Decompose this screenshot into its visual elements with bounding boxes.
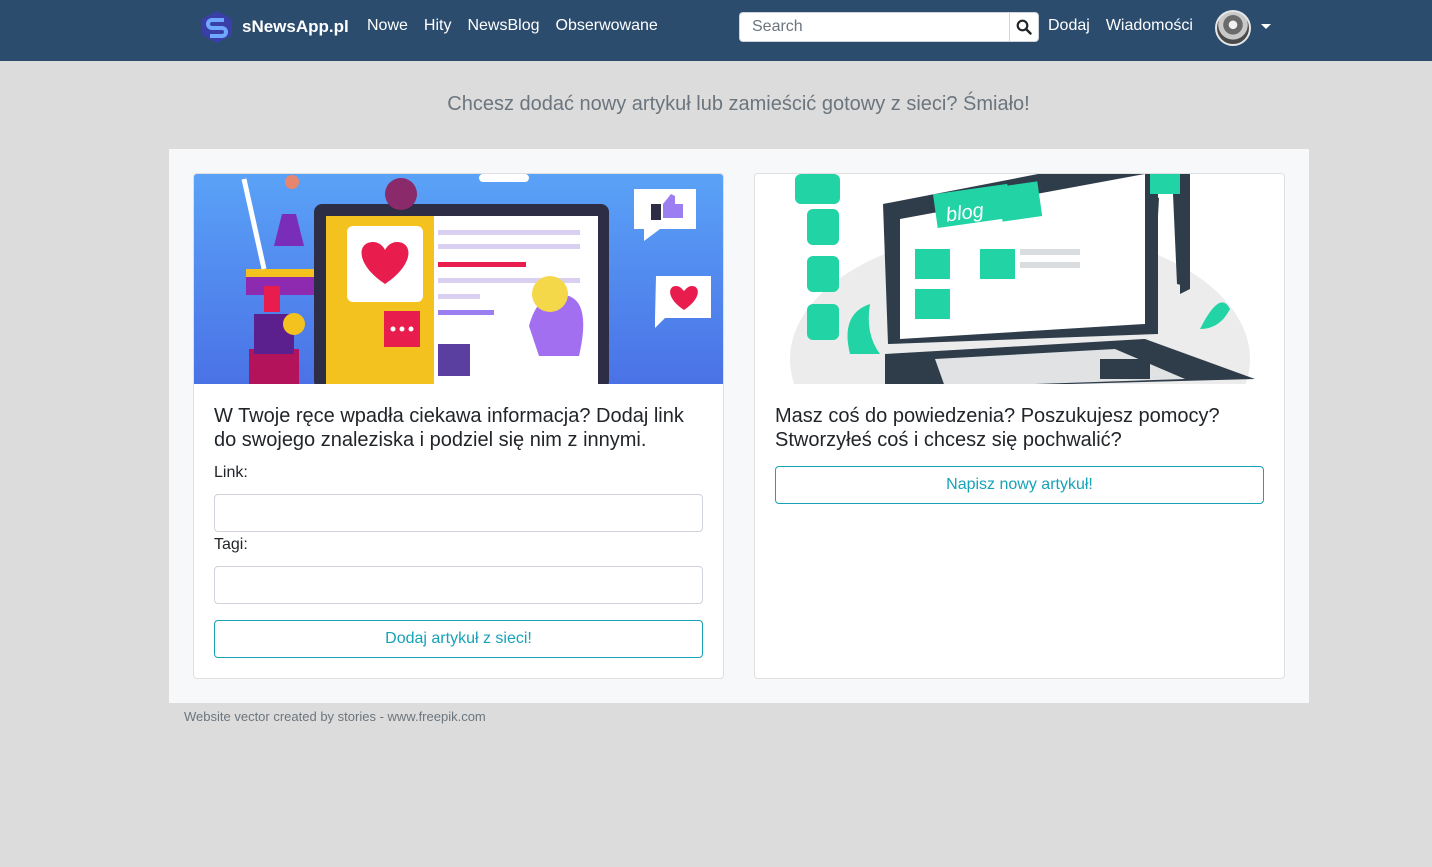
page-headline: Chcesz dodać nowy artykuł lub zamieścić … (447, 93, 1030, 115)
content-panel: W Twoje ręce wpadła ciekawa informacja? … (169, 149, 1309, 703)
link-input[interactable] (214, 494, 703, 532)
top-navbar: sNewsApp.pl Nowe Hity NewsBlog Obserwowa… (0, 0, 1432, 61)
avatar (1215, 10, 1251, 46)
nav-link-observed[interactable]: Obserwowane (556, 17, 658, 35)
write-card-body: Masz coś do powiedzenia? Poszukujesz pom… (755, 384, 1284, 524)
main-nav: Nowe Hity NewsBlog Obserwowane (367, 17, 674, 35)
search-input[interactable] (739, 12, 1009, 42)
write-card-text: Masz coś do powiedzenia? Poszukujesz pom… (775, 405, 1220, 451)
image-credit: Website vector created by stories - www.… (184, 709, 486, 724)
brand-logo-icon (202, 11, 232, 43)
write-article-card: blog Masz coś do powiedzenia? Poszukujes… (754, 173, 1285, 679)
search-button[interactable] (1009, 12, 1039, 42)
nav-link-hits[interactable]: Hity (424, 17, 452, 35)
messages-link[interactable]: Wiadomości (1106, 17, 1193, 35)
share-illustration (194, 174, 723, 384)
add-web-article-button[interactable]: Dodaj artykuł z sieci! (214, 620, 703, 658)
share-card-body: W Twoje ręce wpadła ciekawa informacja? … (194, 384, 723, 678)
nav-link-newsblog[interactable]: NewsBlog (467, 17, 539, 35)
share-link-card: W Twoje ręce wpadła ciekawa informacja? … (193, 173, 724, 679)
link-label: Link: (214, 464, 248, 481)
tags-label: Tagi: (214, 536, 248, 553)
search-form (739, 12, 1039, 42)
user-nav: Dodaj Wiadomości (1048, 17, 1209, 35)
user-menu[interactable] (1215, 10, 1271, 46)
add-link[interactable]: Dodaj (1048, 17, 1090, 35)
brand-name: sNewsApp.pl (242, 17, 349, 36)
search-icon (1016, 19, 1032, 35)
tags-input[interactable] (214, 566, 703, 604)
share-card-text: W Twoje ręce wpadła ciekawa informacja? … (214, 405, 684, 451)
nav-link-new[interactable]: Nowe (367, 17, 408, 35)
write-new-article-button[interactable]: Napisz nowy artykuł! (775, 466, 1264, 504)
brand[interactable]: sNewsApp.pl (200, 10, 349, 44)
caret-down-icon (1261, 23, 1271, 29)
blog-illustration: blog (755, 174, 1284, 384)
